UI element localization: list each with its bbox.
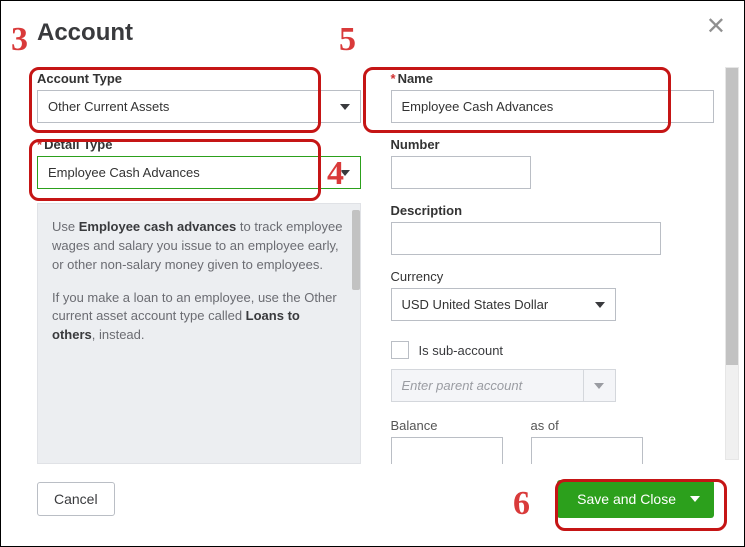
asof-label: as of	[531, 418, 643, 433]
scrollbar-thumb[interactable]	[726, 68, 738, 365]
name-label: Name	[391, 71, 715, 86]
detail-type-label: Detail Type	[37, 137, 361, 152]
detail-type-value: Employee Cash Advances	[48, 165, 200, 180]
close-icon[interactable]: ✕	[706, 15, 726, 39]
sub-account-label: Is sub-account	[419, 343, 504, 358]
scrollbar-track[interactable]	[725, 67, 739, 460]
save-and-close-button[interactable]: Save and Close	[557, 480, 714, 518]
cancel-button[interactable]: Cancel	[37, 482, 115, 516]
account-modal: ✕ Account Account Type Other Current Ass…	[0, 0, 745, 547]
name-value: Employee Cash Advances	[402, 99, 554, 114]
asof-field: as of	[531, 418, 643, 464]
balance-row: Balance as of	[391, 418, 715, 464]
number-label: Number	[391, 137, 715, 152]
page-title: Account	[1, 1, 744, 53]
scroll-area: Account Type Other Current Assets Detail…	[23, 63, 720, 464]
account-type-label: Account Type	[37, 71, 361, 86]
currency-select[interactable]: USD United States Dollar	[391, 288, 616, 321]
right-column: Name Employee Cash Advances Number Descr…	[391, 71, 715, 464]
description-label: Description	[391, 203, 715, 218]
help-text: Use Employee cash advances to track empl…	[37, 203, 361, 464]
chevron-down-icon	[340, 104, 350, 110]
balance-label: Balance	[391, 418, 503, 433]
account-type-field: Account Type Other Current Assets	[37, 71, 361, 123]
account-type-select[interactable]: Other Current Assets	[37, 90, 361, 123]
name-field: Name Employee Cash Advances	[391, 71, 715, 123]
currency-label: Currency	[391, 269, 715, 284]
name-input[interactable]: Employee Cash Advances	[391, 90, 715, 123]
footer: Cancel Save and Close	[1, 466, 744, 546]
asof-input[interactable]	[531, 437, 643, 464]
currency-field: Currency USD United States Dollar	[391, 269, 715, 321]
chevron-down-icon	[690, 496, 700, 502]
parent-account-placeholder: Enter parent account	[402, 378, 523, 393]
chevron-down-icon	[594, 383, 604, 389]
detail-type-field: Detail Type Employee Cash Advances	[37, 137, 361, 189]
help-text-bold: Employee cash advances	[79, 219, 237, 234]
help-text-span: , instead.	[92, 327, 145, 342]
number-input[interactable]	[391, 156, 531, 189]
parent-account-dropdown	[584, 369, 616, 402]
save-button-label: Save and Close	[577, 491, 676, 507]
chevron-down-icon	[340, 170, 350, 176]
sub-account-row: Is sub-account	[391, 341, 715, 359]
parent-account-input: Enter parent account	[391, 369, 584, 402]
account-type-value: Other Current Assets	[48, 99, 169, 114]
description-input[interactable]	[391, 222, 661, 255]
description-field: Description	[391, 203, 715, 255]
detail-type-select[interactable]: Employee Cash Advances	[37, 156, 361, 189]
balance-field: Balance	[391, 418, 503, 464]
chevron-down-icon	[595, 302, 605, 308]
scrollbar-thumb[interactable]	[352, 210, 360, 290]
currency-value: USD United States Dollar	[402, 297, 549, 312]
balance-input[interactable]	[391, 437, 503, 464]
help-text-span: Use	[52, 219, 79, 234]
parent-account-select: Enter parent account	[391, 369, 616, 402]
content: Account Type Other Current Assets Detail…	[23, 63, 744, 464]
number-field: Number	[391, 137, 715, 189]
sub-account-checkbox[interactable]	[391, 341, 409, 359]
scrollbar[interactable]	[720, 63, 744, 464]
left-column: Account Type Other Current Assets Detail…	[37, 71, 361, 464]
